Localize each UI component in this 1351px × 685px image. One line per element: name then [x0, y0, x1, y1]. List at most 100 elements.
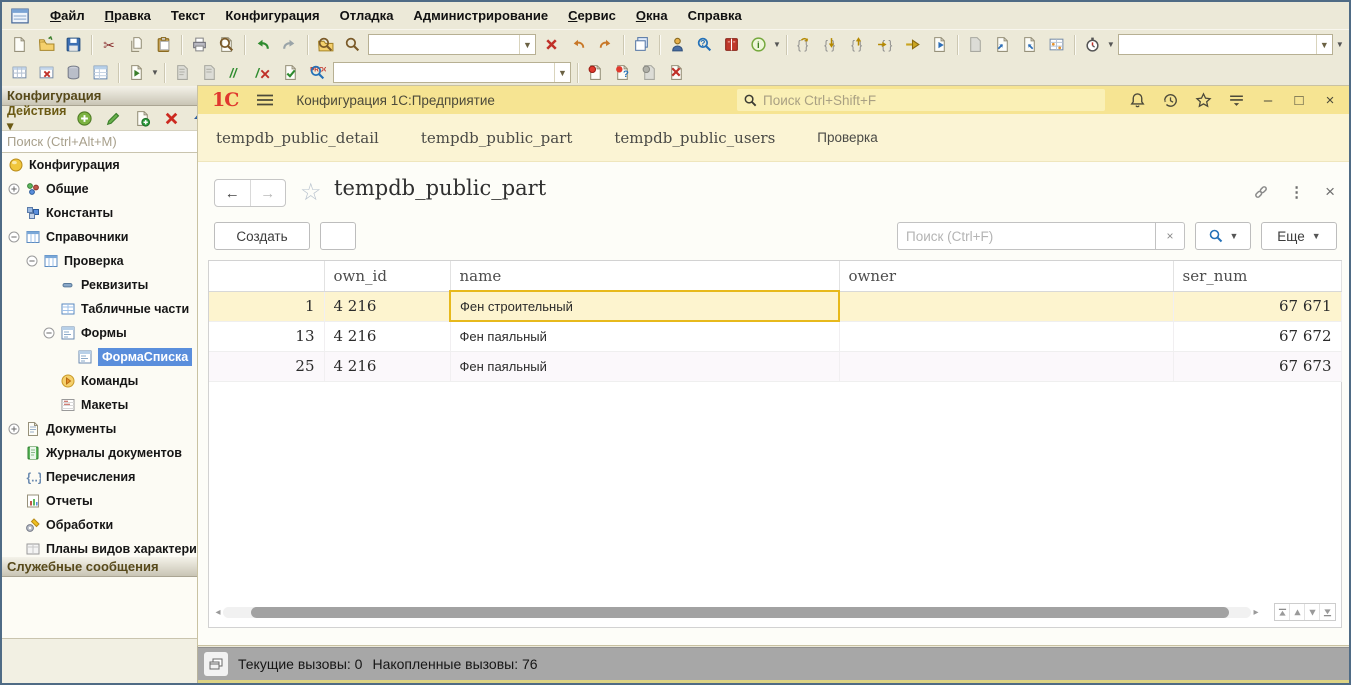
bp-clear-icon[interactable]	[663, 61, 690, 85]
cell-rownum[interactable]: 1	[209, 291, 324, 321]
step-over-icon[interactable]: { }	[791, 33, 818, 57]
step-to-icon[interactable]: { }	[872, 33, 899, 57]
run-module-icon[interactable]	[926, 33, 953, 57]
stack-table-icon[interactable]	[1043, 33, 1070, 57]
global-search-input[interactable]: Поиск Ctrl+Shift+F	[737, 89, 1105, 111]
table-x-icon[interactable]	[33, 61, 60, 85]
menu-help[interactable]: Справка	[688, 8, 742, 23]
toolbar-combobox[interactable]: ▼	[333, 62, 571, 83]
delete-icon[interactable]	[160, 108, 182, 129]
redo-icon[interactable]	[276, 33, 303, 57]
cell-own-id[interactable]: 4 216	[324, 291, 450, 321]
stack-doc-icon[interactable]	[962, 33, 989, 57]
dropdown-caret-icon[interactable]: ▼	[773, 40, 781, 49]
tree-item-document-journals[interactable]: Журналы документов	[2, 441, 197, 465]
tab-proverka[interactable]: Проверка	[817, 130, 877, 145]
print-preview-icon[interactable]	[213, 33, 240, 57]
menu-edit[interactable]: Правка	[105, 8, 151, 23]
syntax-assistant-icon[interactable]	[664, 33, 691, 57]
tab-tempdb-public-detail[interactable]: tempdb_public_detail	[216, 129, 379, 147]
tree-item-attributes[interactable]: Реквизиты	[2, 273, 197, 297]
scroll-right-icon[interactable]: ▸	[1251, 607, 1261, 618]
maximize-button[interactable]: □	[1288, 92, 1310, 109]
tree-item-catalogs[interactable]: Справочники	[2, 225, 197, 249]
add-icon[interactable]	[73, 108, 95, 129]
cell-ser-num[interactable]: 67 671	[1173, 291, 1341, 321]
more-actions-button[interactable]: Еще▼	[1261, 222, 1337, 250]
save-icon[interactable]	[60, 33, 87, 57]
close-button[interactable]: ×	[1319, 92, 1341, 109]
page-close-icon[interactable]: ×	[1325, 182, 1335, 202]
col-rownum[interactable]	[209, 261, 324, 291]
table-row[interactable]: 1 4 216 Фен строительный 67 671	[209, 291, 1341, 321]
tree-item-common[interactable]: Общие	[2, 177, 197, 201]
table-row[interactable]: 13 4 216 Фен паяльный 67 672	[209, 321, 1341, 351]
cut-icon[interactable]: ✂	[96, 33, 123, 57]
windows-cascade-icon[interactable]	[204, 652, 228, 676]
table-grid-icon[interactable]	[6, 61, 33, 85]
cell-rownum[interactable]: 25	[209, 351, 324, 381]
tree-item-configuration[interactable]: Конфигурация	[2, 153, 197, 177]
tree-item-forms[interactable]: Формы	[2, 321, 197, 345]
frame-doc2-icon[interactable]	[1016, 33, 1043, 57]
doc-gray2-icon[interactable]	[196, 61, 223, 85]
go-to-def-icon[interactable]	[899, 33, 926, 57]
kebab-menu-icon[interactable]: ⋮	[1289, 183, 1305, 201]
menu-file[interactable]: Файл	[50, 8, 85, 23]
toolbar-combobox[interactable]: ▼	[1118, 34, 1333, 55]
list-search-input[interactable]: Поиск (Ctrl+F)	[897, 222, 1155, 250]
tree-item-commands[interactable]: Команды	[2, 369, 197, 393]
cell-ser-num[interactable]: 67 673	[1173, 351, 1341, 381]
sidebar-search-input[interactable]: Поиск (Ctrl+Alt+M)	[2, 131, 197, 153]
tree-item-documents[interactable]: Документы	[2, 417, 197, 441]
functions-menu-icon[interactable]	[1224, 88, 1248, 112]
bp-set-icon[interactable]	[582, 61, 609, 85]
bp-gray-icon[interactable]	[636, 61, 663, 85]
menu-configuration[interactable]: Конфигурация	[225, 8, 319, 23]
cell-own-id[interactable]: 4 216	[324, 351, 450, 381]
col-owner[interactable]: owner	[839, 261, 1173, 291]
expand-plus-icon[interactable]	[8, 183, 20, 195]
form-table-icon[interactable]	[87, 61, 114, 85]
step-out-icon[interactable]: { }	[845, 33, 872, 57]
dropdown-caret-icon[interactable]: ▼	[1107, 40, 1115, 49]
back-arrow-button[interactable]: ←	[215, 180, 250, 206]
go-down-icon[interactable]	[1305, 604, 1320, 620]
cell-name[interactable]: Фен паяльный	[450, 351, 839, 381]
comment-icon[interactable]: //	[223, 61, 250, 85]
print-icon[interactable]	[186, 33, 213, 57]
uncomment-icon[interactable]: /	[250, 61, 277, 85]
tree-item-proverka[interactable]: Проверка	[2, 249, 197, 273]
toolbar-combobox[interactable]: ▼	[368, 34, 536, 55]
minimize-button[interactable]: –	[1257, 92, 1279, 109]
search-options-button[interactable]: ▼	[1195, 222, 1251, 250]
bp-cond-icon[interactable]: ?	[609, 61, 636, 85]
copy-window-icon[interactable]	[628, 33, 655, 57]
open-folder-icon[interactable]	[33, 33, 60, 57]
stopwatch-icon[interactable]	[1079, 33, 1106, 57]
tree-item-tabular-sections[interactable]: Табличные части	[2, 297, 197, 321]
undo-icon[interactable]	[249, 33, 276, 57]
find-icon[interactable]	[339, 33, 366, 57]
table-row[interactable]: 25 4 216 Фен паяльный 67 673	[209, 351, 1341, 381]
menu-service[interactable]: Сервис	[568, 8, 616, 23]
cell-name[interactable]: Фен паяльный	[450, 321, 839, 351]
col-own-id[interactable]: own_id	[324, 261, 450, 291]
main-menu-burger-icon[interactable]	[256, 93, 274, 107]
edit-icon[interactable]	[102, 108, 124, 129]
scroll-left-icon[interactable]: ◂	[213, 607, 223, 618]
cell-owner[interactable]	[839, 291, 1173, 321]
menu-debug[interactable]: Отладка	[340, 8, 394, 23]
scrollbar-thumb[interactable]	[251, 607, 1229, 618]
cell-ser-num[interactable]: 67 672	[1173, 321, 1341, 351]
doc-gray-icon[interactable]	[169, 61, 196, 85]
info-icon[interactable]: i	[745, 33, 772, 57]
favorites-star-icon[interactable]	[1191, 88, 1215, 112]
create-by-copy-button[interactable]	[320, 222, 356, 250]
call-back-icon[interactable]	[565, 33, 592, 57]
horizontal-scrollbar[interactable]: ◂ ▸	[213, 606, 1261, 619]
get-link-icon[interactable]	[1253, 184, 1269, 200]
help-book-icon[interactable]	[718, 33, 745, 57]
dropdown-caret-icon[interactable]: ▼	[151, 68, 159, 77]
tab-tempdb-public-users[interactable]: tempdb_public_users	[614, 129, 775, 147]
